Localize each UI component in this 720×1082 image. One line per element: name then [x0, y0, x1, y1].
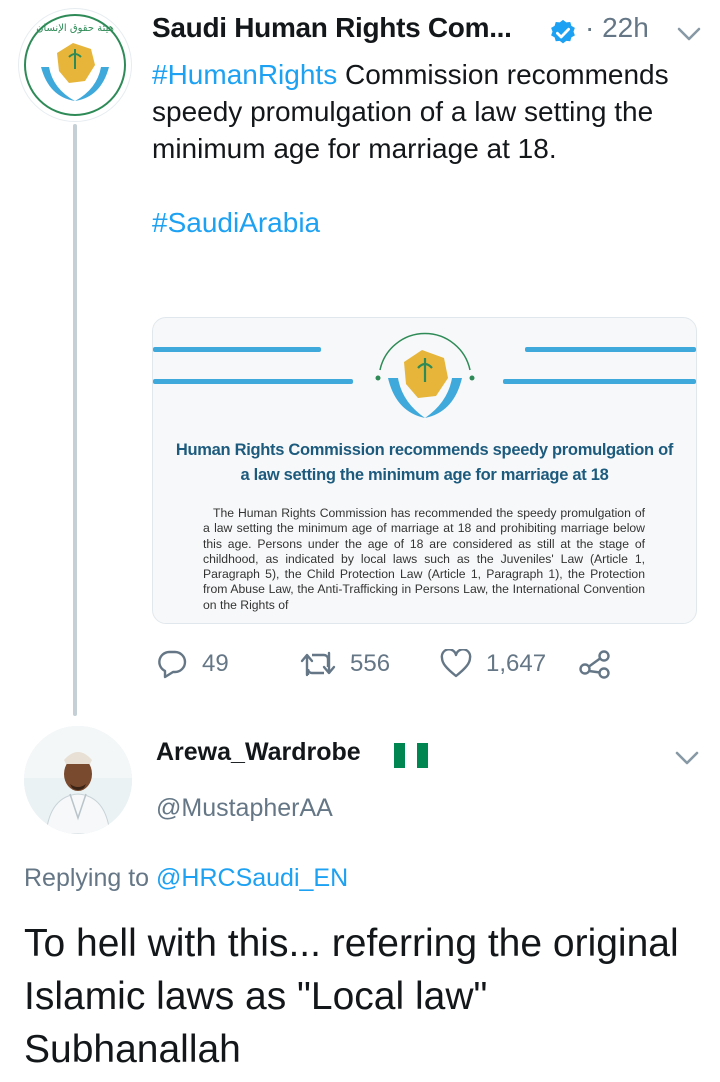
- card-title: Human Rights Commission recommends speed…: [175, 441, 674, 484]
- replying-to-mention[interactable]: @HRCSaudi_EN: [156, 864, 348, 892]
- hrc-emblem-icon: [375, 332, 475, 418]
- retweet-count: 556: [350, 650, 391, 677]
- hashtag-saudiarabia[interactable]: #SaudiArabia: [152, 207, 320, 238]
- like-count: 1,647: [486, 650, 547, 677]
- thread-line: [73, 124, 77, 716]
- nigeria-flag-icon: [394, 743, 428, 768]
- hashtag-humanrights[interactable]: #HumanRights: [152, 59, 337, 90]
- reply-author-handle[interactable]: @MustapherAA: [156, 794, 333, 823]
- user-avatar[interactable]: [24, 726, 132, 834]
- chevron-down-icon[interactable]: [676, 26, 702, 42]
- tweet-text: #HumanRights Commission recommends speed…: [152, 56, 712, 241]
- reply-author-name[interactable]: Arewa_Wardrobe: [156, 738, 361, 767]
- card-divider-right-bottom: [503, 379, 696, 384]
- verified-badge-icon: [551, 19, 575, 44]
- reply-chevron-down-icon[interactable]: [674, 750, 700, 766]
- card-body-text: The Human Rights Commission has recommen…: [203, 506, 645, 612]
- like-icon: [440, 649, 472, 678]
- replying-to-line: Replying to @HRCSaudi_EN: [24, 864, 348, 893]
- attached-image-card[interactable]: Human Rights Commission recommends speed…: [152, 317, 697, 624]
- hrc-avatar[interactable]: هيئة حقوق الإنسان: [18, 8, 132, 122]
- card-divider-left-bottom: [153, 379, 353, 384]
- reply-count: 49: [202, 650, 229, 677]
- tweet-timestamp[interactable]: · 22h: [585, 12, 649, 44]
- hrc-logo-icon: هيئة حقوق الإنسان: [24, 14, 126, 116]
- reply-text: To hell with this... referring the origi…: [24, 922, 679, 1071]
- replying-prefix: Replying to: [24, 864, 157, 892]
- retweet-button[interactable]: 556: [300, 648, 390, 680]
- reply-button[interactable]: 49: [156, 648, 229, 680]
- retweet-icon: [300, 651, 336, 677]
- share-icon: [579, 650, 610, 679]
- tweet-author-name[interactable]: Saudi Human Rights Com...: [152, 12, 512, 44]
- card-divider-right-top: [525, 347, 696, 352]
- user-photo-icon: [24, 726, 132, 834]
- share-button[interactable]: [578, 648, 626, 680]
- like-button[interactable]: 1,647: [440, 648, 546, 680]
- card-divider-left-top: [153, 347, 321, 352]
- reply-icon: [158, 650, 187, 679]
- svg-text:هيئة حقوق الإنسان: هيئة حقوق الإنسان: [36, 23, 114, 34]
